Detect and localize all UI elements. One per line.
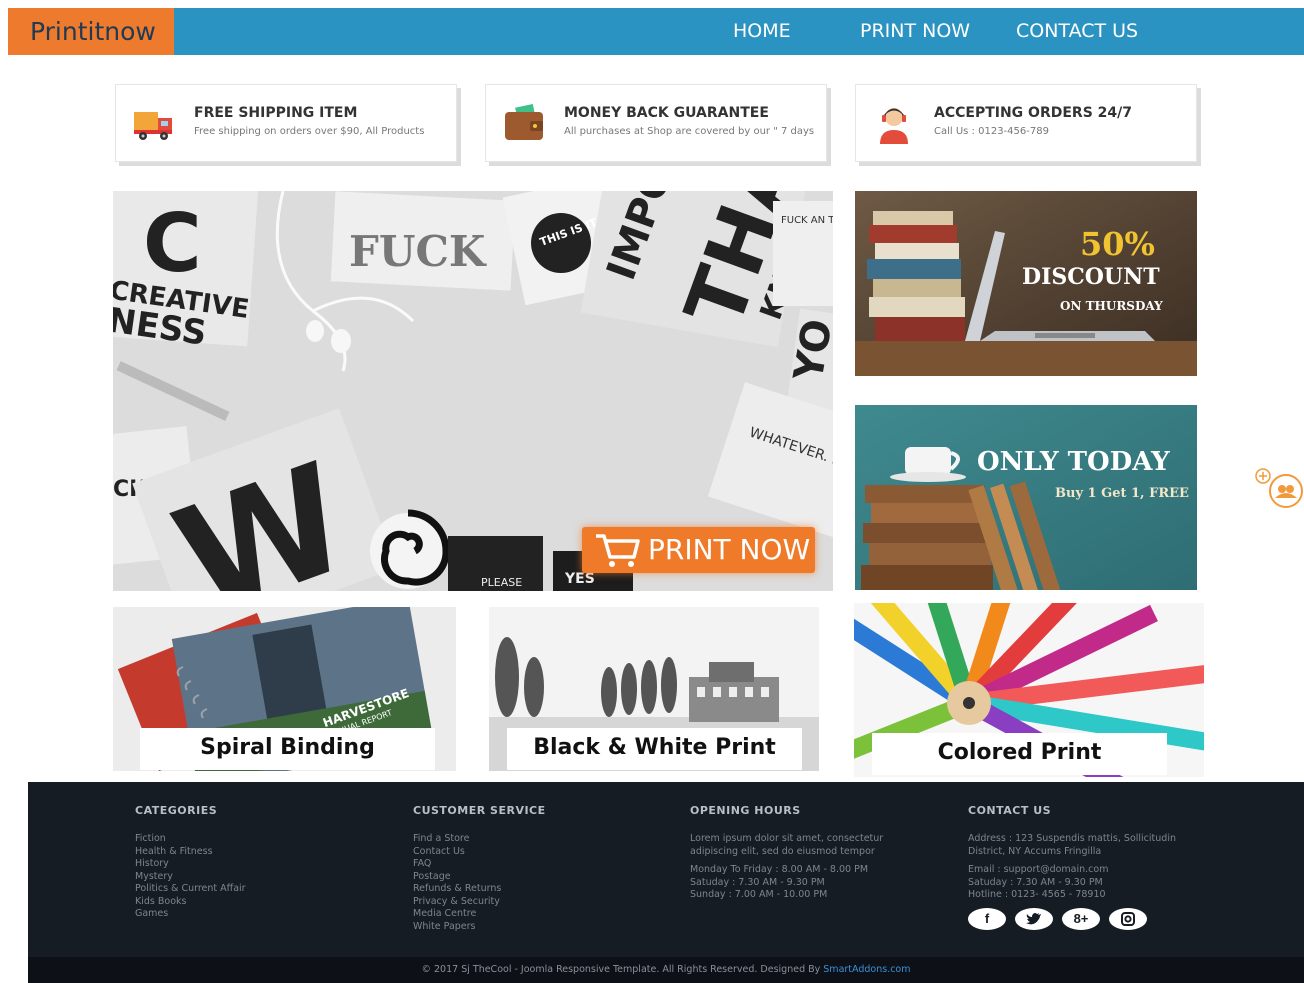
colored-print-label: Colored Print bbox=[872, 733, 1167, 775]
promo-only-today-image: ONLY TODAY Buy 1 Get 1, FREE bbox=[855, 405, 1197, 590]
footer-link[interactable]: Kids Books bbox=[135, 896, 246, 909]
print-now-button[interactable]: PRINT NOW bbox=[582, 527, 815, 573]
promo-discount-image: 50% DISCOUNT ON THURSDAY bbox=[855, 191, 1197, 376]
site-footer: CATEGORIES Fiction Health & Fitness Hist… bbox=[28, 782, 1304, 957]
tile-colored-print[interactable]: Colored Print bbox=[854, 603, 1204, 777]
promo-discount[interactable]: 50% DISCOUNT ON THURSDAY bbox=[855, 191, 1197, 376]
nav-print-now[interactable]: PRINT NOW bbox=[860, 8, 970, 55]
poster-creative: C CREATIVE NESS bbox=[113, 191, 259, 354]
spiral-binding-label: Spiral Binding bbox=[140, 728, 435, 770]
promo-only-today[interactable]: ONLY TODAY Buy 1 Get 1, FREE bbox=[855, 405, 1197, 590]
footer-categories: CATEGORIES Fiction Health & Fitness Hist… bbox=[135, 804, 246, 921]
feature-money-back: MONEY BACK GUARANTEE All purchases at Sh… bbox=[485, 84, 827, 162]
footer-link[interactable]: FAQ bbox=[413, 858, 546, 871]
feature-free-shipping: FREE SHIPPING ITEM Free shipping on orde… bbox=[115, 84, 457, 162]
wallet-icon bbox=[505, 104, 543, 140]
promo-only-today-line2: Buy 1 Get 1, FREE bbox=[1055, 486, 1189, 501]
poster-side-note: FUCK AN THAT DO MAKE YO HAPPY. bbox=[773, 201, 833, 306]
footer-text: Hotline : 0123- 4565 - 78910 bbox=[968, 889, 1106, 900]
feature-subtitle: Free shipping on orders over $90, All Pr… bbox=[194, 126, 425, 137]
footer-contact: CONTACT US Address : 123 Suspendis matti… bbox=[968, 804, 1176, 902]
footer-link[interactable]: Fiction bbox=[135, 833, 246, 846]
footer-link[interactable]: Politics & Current Affair bbox=[135, 883, 246, 896]
feature-title: ACCEPTING ORDERS 24/7 bbox=[934, 105, 1132, 121]
footer-link[interactable]: White Papers bbox=[413, 921, 546, 934]
copyright-text: © 2017 Sj TheCool - Joomla Responsive Te… bbox=[421, 964, 824, 975]
page: Printitnow HOME PRINT NOW CONTACT US FRE… bbox=[0, 0, 1304, 983]
footer-customer-service-title: CUSTOMER SERVICE bbox=[413, 804, 546, 817]
footer-text: Sunday : 7.00 AM - 10.00 PM bbox=[690, 889, 828, 900]
instagram-glyph bbox=[1121, 912, 1135, 926]
poster-yes-text: YES bbox=[564, 571, 595, 587]
feature-title: FREE SHIPPING ITEM bbox=[194, 105, 358, 121]
footer-text: Email : support@domain.com bbox=[968, 864, 1109, 875]
feature-title: MONEY BACK GUARANTEE bbox=[564, 105, 769, 121]
footer-text: Monday To Friday : 8.00 AM - 8.00 PM bbox=[690, 864, 869, 875]
print-now-label: PRINT NOW bbox=[648, 533, 811, 566]
top-header: Printitnow HOME PRINT NOW CONTACT US bbox=[8, 8, 1304, 55]
footer-opening-hours-title: OPENING HOURS bbox=[690, 804, 801, 817]
footer-opening-hours: OPENING HOURS Lorem ipsum dolor sit amet… bbox=[690, 804, 883, 902]
feature-subtitle: All purchases at Shop are covered by our… bbox=[564, 126, 815, 137]
nav-home[interactable]: HOME bbox=[733, 8, 791, 55]
poster-word-top: FUCK bbox=[330, 191, 516, 291]
feature-accepting-orders: ACCEPTING ORDERS 24/7 Call Us : 0123-456… bbox=[855, 84, 1197, 162]
footer-categories-title: CATEGORIES bbox=[135, 804, 218, 817]
twitter-bird-glyph bbox=[1026, 913, 1041, 925]
footer-text: Lorem ipsum dolor sit amet, consectetur bbox=[690, 833, 884, 844]
google-plus-icon[interactable]: 8+ bbox=[1062, 908, 1100, 930]
black-white-print-label: Black & White Print bbox=[507, 728, 802, 770]
footer-text: Satuday : 7.30 AM - 9.30 PM bbox=[968, 876, 1103, 888]
svg-text:FUCK AN THAT DO MAKE YO HAPPY.: FUCK AN THAT DO MAKE YO HAPPY. bbox=[781, 215, 833, 226]
support-agent-icon bbox=[880, 108, 908, 144]
tile-black-white-print[interactable]: Black & White Print bbox=[489, 607, 819, 771]
footer-link[interactable]: History bbox=[135, 858, 246, 871]
lollipop bbox=[370, 509, 450, 589]
footer-customer-service: CUSTOMER SERVICE Find a Store Contact Us… bbox=[413, 804, 546, 933]
promo-discount-line3: ON THURSDAY bbox=[1060, 299, 1163, 313]
footer-link[interactable]: Find a Store bbox=[413, 833, 546, 846]
nav-contact-us[interactable]: CONTACT US bbox=[1016, 8, 1138, 55]
cart-icon bbox=[596, 534, 640, 567]
footer-link[interactable]: Privacy & Security bbox=[413, 896, 546, 909]
footer-contact-title: CONTACT US bbox=[968, 804, 1052, 817]
promo-only-today-headline: ONLY TODAY bbox=[977, 447, 1170, 477]
site-logo[interactable]: Printitnow bbox=[8, 8, 174, 55]
floating-chat-widget[interactable] bbox=[1253, 466, 1304, 510]
footer-text: adipiscing elit, sed do eiusmod tempor bbox=[690, 845, 875, 857]
promo-discount-line2: DISCOUNT bbox=[1022, 264, 1160, 290]
footer-link[interactable]: Games bbox=[135, 908, 246, 921]
delivery-truck-icon bbox=[134, 112, 172, 140]
poster-please-text: PLEASE bbox=[481, 576, 522, 589]
footer-text: Satuday : 7.30 AM - 9.30 PM bbox=[690, 876, 825, 888]
footer-link[interactable]: Mystery bbox=[135, 871, 246, 884]
footer-link[interactable]: Health & Fitness bbox=[135, 846, 246, 859]
footer-text: District, NY Accums Fringilla bbox=[968, 845, 1102, 857]
footer-link[interactable]: Postage bbox=[413, 871, 546, 884]
smartaddons-link[interactable]: SmartAddons.com bbox=[823, 964, 910, 975]
svg-text:FUCK: FUCK bbox=[349, 227, 487, 276]
tile-spiral-binding[interactable]: HARVESTORE ANNUAL REPORT Spiral Binding bbox=[113, 607, 456, 771]
feature-subtitle: Call Us : 0123-456-789 bbox=[934, 126, 1049, 137]
promo-discount-headline: 50% bbox=[1080, 225, 1155, 263]
footer-link[interactable]: Contact Us bbox=[413, 846, 546, 859]
footer-link[interactable]: Media Centre bbox=[413, 908, 546, 921]
instagram-icon[interactable] bbox=[1109, 908, 1147, 930]
footer-text: Address : 123 Suspendis mattis, Sollicit… bbox=[968, 833, 1176, 844]
svg-text:C: C bbox=[143, 197, 202, 290]
facebook-icon[interactable]: f bbox=[968, 908, 1006, 930]
footer-link[interactable]: Refunds & Returns bbox=[413, 883, 546, 896]
twitter-icon[interactable] bbox=[1015, 908, 1053, 930]
copyright-bar: © 2017 Sj TheCool - Joomla Responsive Te… bbox=[28, 957, 1304, 983]
